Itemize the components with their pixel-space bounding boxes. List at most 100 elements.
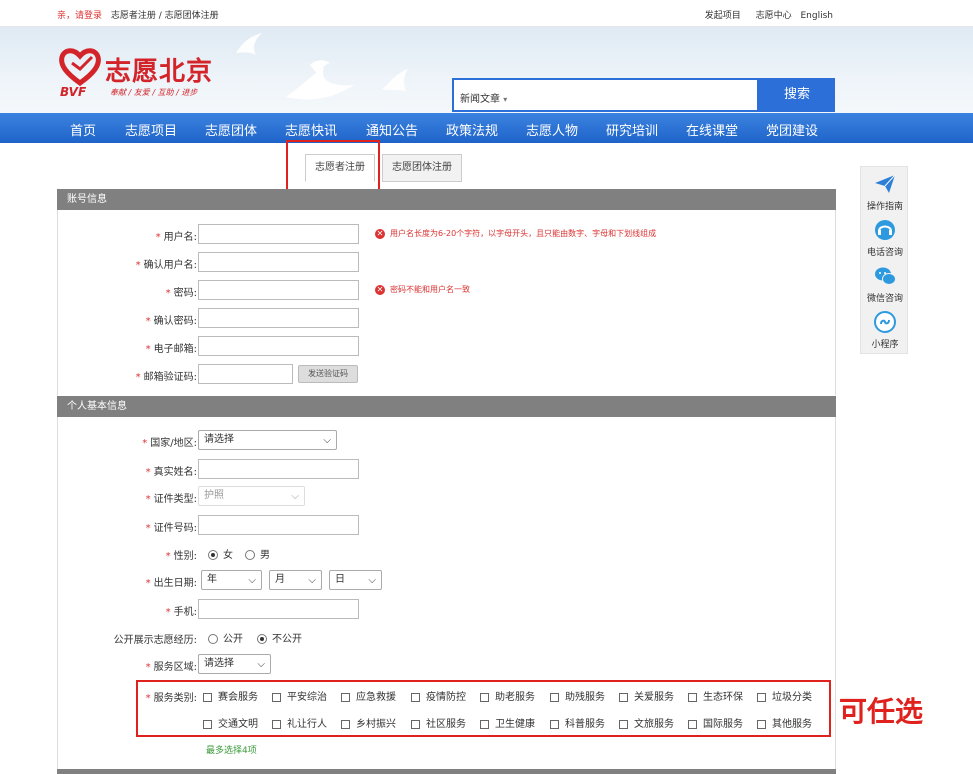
nav-item-people[interactable]: 志愿人物 — [526, 120, 578, 139]
realname-label: * 真实姓名: — [145, 467, 197, 478]
birthdate-row: * 出生日期: 年 ⌵ 月 ⌵ 日 ⌵ — [58, 570, 837, 590]
birth-month-select[interactable]: 月 ⌵ — [269, 570, 322, 590]
password-error: ✕ 密码不能和用户名一致 — [375, 285, 470, 295]
gender-male-radio[interactable]: 男 — [245, 546, 270, 561]
idnumber-row: * 证件号码: — [58, 515, 837, 535]
confirm-password-label: * 确认密码: — [145, 316, 197, 327]
search-category-select[interactable]: 新闻文章 ▾ — [460, 90, 507, 105]
private-radio[interactable]: 不公开 — [257, 630, 302, 645]
english-link[interactable]: English — [801, 11, 834, 21]
public-history-label: 公开展示志愿经历: — [113, 635, 197, 646]
email-code-row: * 邮箱验证码: 发送验证码 — [58, 364, 837, 384]
country-select[interactable]: 请选择 ⌵ — [198, 430, 337, 450]
chevron-down-icon: ⌵ — [257, 659, 265, 670]
realname-row: * 真实姓名: — [58, 459, 837, 479]
chevron-down-icon: ⌵ — [248, 575, 256, 586]
next-section-header — [57, 769, 836, 774]
phone-consult-label: 电话咨询 — [866, 248, 903, 258]
idtype-label: * 证件类型: — [145, 494, 197, 505]
nav-item-party-building[interactable]: 党团建设 — [766, 120, 818, 139]
nav-item-training[interactable]: 研究培训 — [606, 120, 658, 139]
region-row: * 服务区域: 请选择 ⌵ — [58, 654, 837, 674]
email-label: * 电子邮箱: — [145, 344, 197, 355]
radio-unchecked-icon — [245, 550, 255, 560]
username-input[interactable] — [198, 224, 359, 244]
nav-item-notices[interactable]: 通知公告 — [366, 120, 418, 139]
radio-checked-icon — [257, 634, 267, 644]
wechat-consult-button[interactable]: 微信咨询 — [861, 261, 909, 307]
idtype-row: * 证件类型: 护照 ⌵ — [58, 486, 837, 506]
section-personal-header: 个人基本信息 — [57, 396, 836, 417]
dove-icon — [236, 33, 262, 55]
site-logo[interactable]: 志愿北京 BVF 奉献 / 友爱 / 互助 / 进步 — [58, 47, 238, 99]
region-select[interactable]: 请选择 ⌵ — [198, 654, 271, 674]
radio-unchecked-icon — [208, 634, 218, 644]
gender-label: * 性别: — [165, 551, 197, 562]
realname-input[interactable] — [198, 459, 359, 479]
idnumber-label: * 证件号码: — [145, 523, 197, 534]
mini-program-icon — [874, 311, 896, 333]
radio-checked-icon — [208, 550, 218, 560]
idtype-select[interactable]: 护照 ⌵ — [198, 486, 305, 506]
guide-button[interactable]: 操作指南 — [861, 169, 909, 215]
password-label: * 密码: — [165, 288, 197, 299]
nav-item-news[interactable]: 志愿快讯 — [285, 120, 337, 139]
phone-consult-button[interactable]: 电话咨询 — [861, 215, 909, 261]
side-help-bar: 操作指南 电话咨询 微信咨询 小程序 — [860, 166, 908, 354]
search-button[interactable]: 搜索 — [759, 78, 835, 112]
email-row: * 电子邮箱: — [58, 336, 837, 356]
volunteer-center-link[interactable]: 志愿中心 — [756, 11, 792, 21]
public-radio[interactable]: 公开 — [208, 630, 243, 645]
chevron-down-icon: ⌵ — [291, 491, 299, 502]
nav-item-policies[interactable]: 政策法规 — [446, 120, 498, 139]
section-account-header: 账号信息 — [57, 189, 836, 210]
send-code-button[interactable]: 发送验证码 — [298, 365, 358, 383]
breadcrumb: 志愿者注册 / 志愿团体注册 — [110, 11, 219, 21]
launch-project-link[interactable]: 发起项目 — [705, 11, 741, 21]
gender-female-radio[interactable]: 女 — [208, 546, 233, 561]
chevron-down-icon: ⌵ — [368, 575, 376, 586]
email-code-input[interactable] — [198, 364, 293, 384]
mini-program-button[interactable]: 小程序 — [861, 307, 909, 353]
username-row: * 用户名: ✕ 用户名长度为6-20个字符，以字母开头，且只能由数字、字母和下划线… — [58, 224, 837, 244]
country-row: * 国家/地区: 请选择 ⌵ — [58, 430, 837, 450]
password-input[interactable] — [198, 280, 359, 300]
dove-icon — [286, 60, 354, 100]
username-error: ✕ 用户名长度为6-20个字符，以字母开头，且只能由数字、字母和下划线组成 — [375, 229, 657, 239]
search-input[interactable]: 新闻文章 ▾ — [452, 78, 759, 112]
nav-item-projects[interactable]: 志愿项目 — [125, 120, 177, 139]
wechat-icon — [875, 267, 896, 285]
logo-abbr: BVF — [60, 85, 87, 99]
region-label: * 服务区域: — [145, 662, 197, 673]
confirm-username-row: * 确认用户名: — [58, 252, 837, 272]
gender-row: * 性别: 女 男 — [58, 543, 837, 563]
main-nav: 首页 志愿项目 志愿团体 志愿快讯 通知公告 政策法规 志愿人物 研究培训 在线… — [0, 113, 973, 143]
public-history-row: 公开展示志愿经历: 公开 不公开 — [58, 627, 837, 647]
nav-item-home[interactable]: 首页 — [70, 120, 96, 139]
username-label: * 用户名: — [155, 232, 197, 243]
max-selection-note: 最多选择4项 — [206, 746, 257, 756]
nav-item-groups[interactable]: 志愿团体 — [205, 120, 257, 139]
headset-icon — [875, 220, 895, 240]
birth-year-select[interactable]: 年 ⌵ — [201, 570, 262, 590]
login-link[interactable]: 亲，请登录 — [57, 11, 102, 21]
highlight-box-services — [136, 680, 831, 737]
heart-logo-icon — [59, 48, 101, 87]
tab-group-register[interactable]: 志愿团体注册 — [382, 154, 462, 182]
annotation-text: 可任选 — [839, 695, 924, 728]
mini-program-label: 小程序 — [871, 340, 899, 350]
error-icon: ✕ — [375, 285, 385, 295]
idnumber-input[interactable] — [198, 515, 359, 535]
email-input[interactable] — [198, 336, 359, 356]
phone-input[interactable] — [198, 599, 359, 619]
chevron-down-icon: ⌵ — [308, 575, 316, 586]
birth-day-select[interactable]: 日 ⌵ — [329, 570, 382, 590]
header: 志愿北京 BVF 奉献 / 友爱 / 互助 / 进步 新闻文章 ▾ 搜索 — [0, 27, 973, 113]
top-bar: 亲，请登录 志愿者注册 / 志愿团体注册 发起项目 志愿中心 English — [0, 0, 973, 27]
chevron-down-icon: ⌵ — [323, 435, 331, 446]
registration-tabs: 志愿者注册 志愿团体注册 — [0, 150, 973, 186]
confirm-username-input[interactable] — [198, 252, 359, 272]
confirm-password-input[interactable] — [198, 308, 359, 328]
nav-item-online-class[interactable]: 在线课堂 — [686, 120, 738, 139]
country-label: * 国家/地区: — [142, 438, 197, 449]
